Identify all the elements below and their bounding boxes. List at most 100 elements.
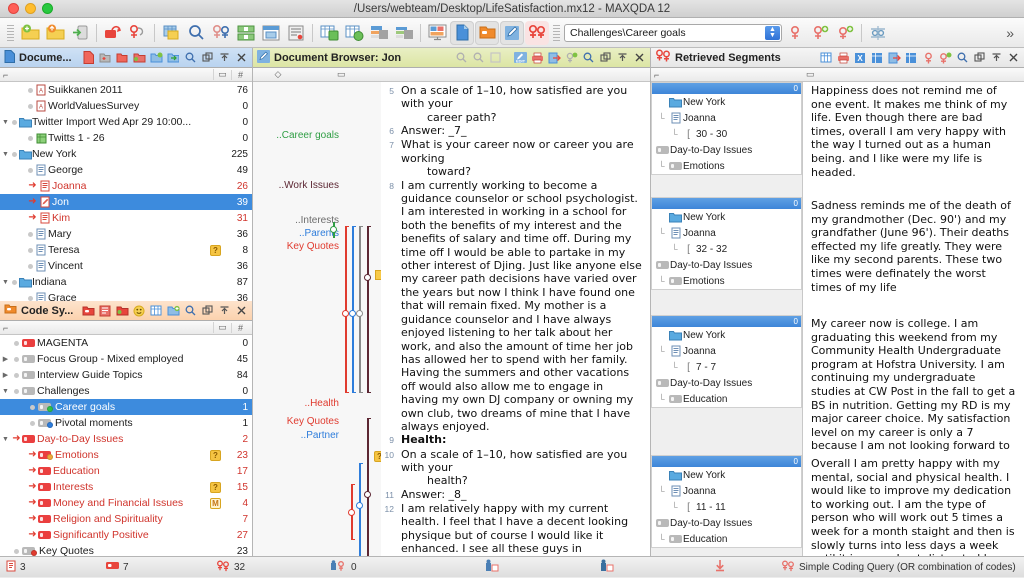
detach-icon[interactable] (598, 51, 612, 65)
print-icon[interactable] (836, 51, 850, 65)
segment-info-block[interactable]: 0 New York └ Joanna └[7 - 7 Day-to-Day Issues… (651, 315, 802, 455)
segment-info-block[interactable]: 0 New York └ Joanna └[30 - 30 Day-to-Day Issu… (651, 82, 802, 197)
code-tree-row[interactable]: Key Quotes 23 (0, 543, 252, 556)
import-doc-icon[interactable] (98, 51, 112, 65)
segment-info-card[interactable]: 0 New York └ Joanna └[32 - 32 Day-to-Day Issu… (651, 197, 802, 290)
document-tree-row[interactable]: A WorldValuesSurvey 0 (0, 98, 252, 114)
new-code-icon[interactable] (81, 304, 95, 318)
document-browser-body[interactable]: ..Career goals ..Work Issues ..Interests..… (253, 82, 650, 556)
code-combo[interactable]: Challenges\Career goals ▲ ▼ (564, 23, 782, 42)
coding-stripe-label[interactable]: Key Quotes (287, 241, 339, 252)
creative-coding-icon[interactable] (149, 304, 163, 318)
document-line[interactable]: 5 On a scale of 1–10, how satisfied are y… (381, 84, 642, 111)
retrieved-segments-body[interactable]: 0 New York └ Joanna └[30 - 30 Day-to-Day Issu… (651, 82, 1024, 556)
retrieve-icon[interactable] (209, 21, 233, 45)
document-tree-row[interactable]: ▼ Twitter Import Wed Apr 29 10:00... 0 (0, 114, 252, 130)
memo-marker-icon[interactable]: M (210, 497, 221, 509)
document-line[interactable]: 9 Health: (381, 433, 642, 447)
retrieved-segments-toggle-icon[interactable] (525, 20, 549, 45)
coding-stripe-label[interactable]: ..Health (305, 398, 339, 409)
document-tree-row[interactable]: A Suikkanen 2011 76 (0, 82, 252, 98)
overview-icon[interactable] (904, 51, 918, 65)
code-system-toggle-icon[interactable] (475, 20, 499, 45)
print-icon[interactable] (530, 51, 544, 65)
document-line[interactable]: 7 What is your career now or career you a… (381, 138, 642, 165)
document-line[interactable]: 11 Answer: _8_ (381, 488, 642, 502)
memo-question-icon[interactable]: ? (210, 481, 221, 493)
collapse-icon[interactable] (217, 51, 231, 65)
segment-text-block[interactable]: Sadness reminds me of the death of my gr… (803, 197, 1024, 315)
coding-handle-health-parent[interactable] (364, 491, 371, 498)
document-line[interactable]: 6 Answer: _7_ (381, 124, 642, 138)
add-code-icon[interactable] (808, 21, 832, 45)
add-code-group-icon[interactable] (166, 304, 180, 318)
code-memo-icon[interactable] (98, 304, 112, 318)
undo-code-icon[interactable] (101, 21, 125, 45)
new-project-icon[interactable] (18, 21, 42, 45)
coding-handle-workissues[interactable] (364, 274, 371, 281)
code-tree-row[interactable]: Pivotal moments 1 (0, 415, 252, 431)
search-icon[interactable] (184, 21, 208, 45)
coding-stripe-label[interactable]: ..Career goals (276, 130, 339, 141)
document-system-icon[interactable] (159, 21, 183, 45)
zoom-in-icon[interactable] (454, 51, 468, 65)
emoticode-icon[interactable] (132, 304, 146, 318)
detach-icon[interactable] (972, 51, 986, 65)
crosstab-icon[interactable] (317, 21, 341, 45)
summary-icon[interactable] (284, 21, 308, 45)
code-tree-row[interactable]: ▶ Interview Guide Topics 84 (0, 367, 252, 383)
memo-icon[interactable] (564, 51, 578, 65)
detach-icon[interactable] (200, 51, 214, 65)
document-tree-row[interactable]: ▼ New York 225 (0, 146, 252, 162)
coding-bracket-area[interactable]: ? (330, 82, 385, 556)
tree-twisty[interactable]: ▼ (0, 436, 11, 443)
segment-text-block[interactable]: Happiness does not remind me of one even… (803, 82, 1024, 197)
close-icon[interactable] (234, 51, 248, 65)
document-line[interactable]: 8 I am currently working to become a guid… (381, 179, 642, 434)
document-tree-row[interactable]: ➜ Joanna 26 (0, 178, 252, 194)
search-icon[interactable] (955, 51, 969, 65)
code-tree-row[interactable]: ➜ Significantly Positive 27 (0, 527, 252, 543)
code-icon[interactable] (921, 51, 935, 65)
close-icon[interactable] (632, 51, 646, 65)
table-icon[interactable] (259, 21, 283, 45)
column-sort-icon[interactable]: ⌐ (3, 70, 8, 80)
new-code-icon[interactable] (938, 51, 952, 65)
code-set-icon[interactable] (115, 304, 129, 318)
tree-twisty[interactable]: ▼ (0, 388, 11, 395)
segment-text-block[interactable]: My career now is college. I am graduatin… (803, 315, 1024, 455)
coding-query-icon[interactable] (866, 21, 890, 45)
coding-handle-partner[interactable] (356, 502, 363, 509)
code-tree-row[interactable]: Career goals 1 (0, 399, 252, 415)
edit-mode-icon[interactable]: EDIT (513, 51, 527, 65)
column-sort-icon[interactable]: ⌐ (3, 323, 8, 333)
activate-code-icon[interactable] (783, 21, 807, 45)
coding-handle-keyquotes[interactable] (342, 310, 349, 317)
toolbar-overflow-button[interactable]: » (1006, 25, 1020, 41)
retrieved-segments-info-column[interactable]: 0 New York └ Joanna └[30 - 30 Day-to-Day Issu… (651, 82, 803, 556)
segment-info-block[interactable]: 0 New York └ Joanna └[32 - 32 Day-to-Day Issu… (651, 197, 802, 315)
code-tree-row[interactable]: MAGENTA 0 (0, 335, 252, 351)
open-project-icon[interactable] (43, 21, 67, 45)
coding-stripe-label[interactable]: ..Work Issues (279, 180, 339, 191)
zoom-out-icon[interactable] (471, 51, 485, 65)
tree-twisty[interactable]: ▶ (0, 371, 11, 379)
code-combo-grip[interactable] (553, 24, 560, 41)
code-tree-row[interactable]: ▼ Challenges 0 (0, 383, 252, 399)
coding-handle-health[interactable] (348, 509, 355, 516)
document-line[interactable]: health? (381, 474, 642, 487)
document-tree-row[interactable]: Grace 36 (0, 290, 252, 301)
code-tree-row[interactable]: ➜ Education 17 (0, 463, 252, 479)
code-tree-row[interactable]: ➜ Interests? 15 (0, 479, 252, 495)
collapse-icon[interactable] (217, 304, 231, 318)
close-icon[interactable] (1006, 51, 1020, 65)
code-tree-row[interactable]: ▶ Focus Group - Mixed employed 45 (0, 351, 252, 367)
code-system-tree[interactable]: MAGENTA 0 ▶ Focus Group - Mixed employed 45 ▶… (0, 335, 252, 556)
memo-question-icon[interactable]: ? (210, 244, 221, 256)
detach-icon[interactable] (200, 304, 214, 318)
coding-stripe-label[interactable]: ..Partner (301, 430, 339, 441)
segment-info-card[interactable]: 0 New York └ Joanna └[7 - 7 Day-to-Day Issues… (651, 315, 802, 408)
document-line[interactable]: career path? (381, 111, 642, 124)
import-icon[interactable] (166, 51, 180, 65)
segment-info-card[interactable]: 0 New York └ Joanna └[11 - 11 Day-to-Day Issu… (651, 455, 802, 548)
